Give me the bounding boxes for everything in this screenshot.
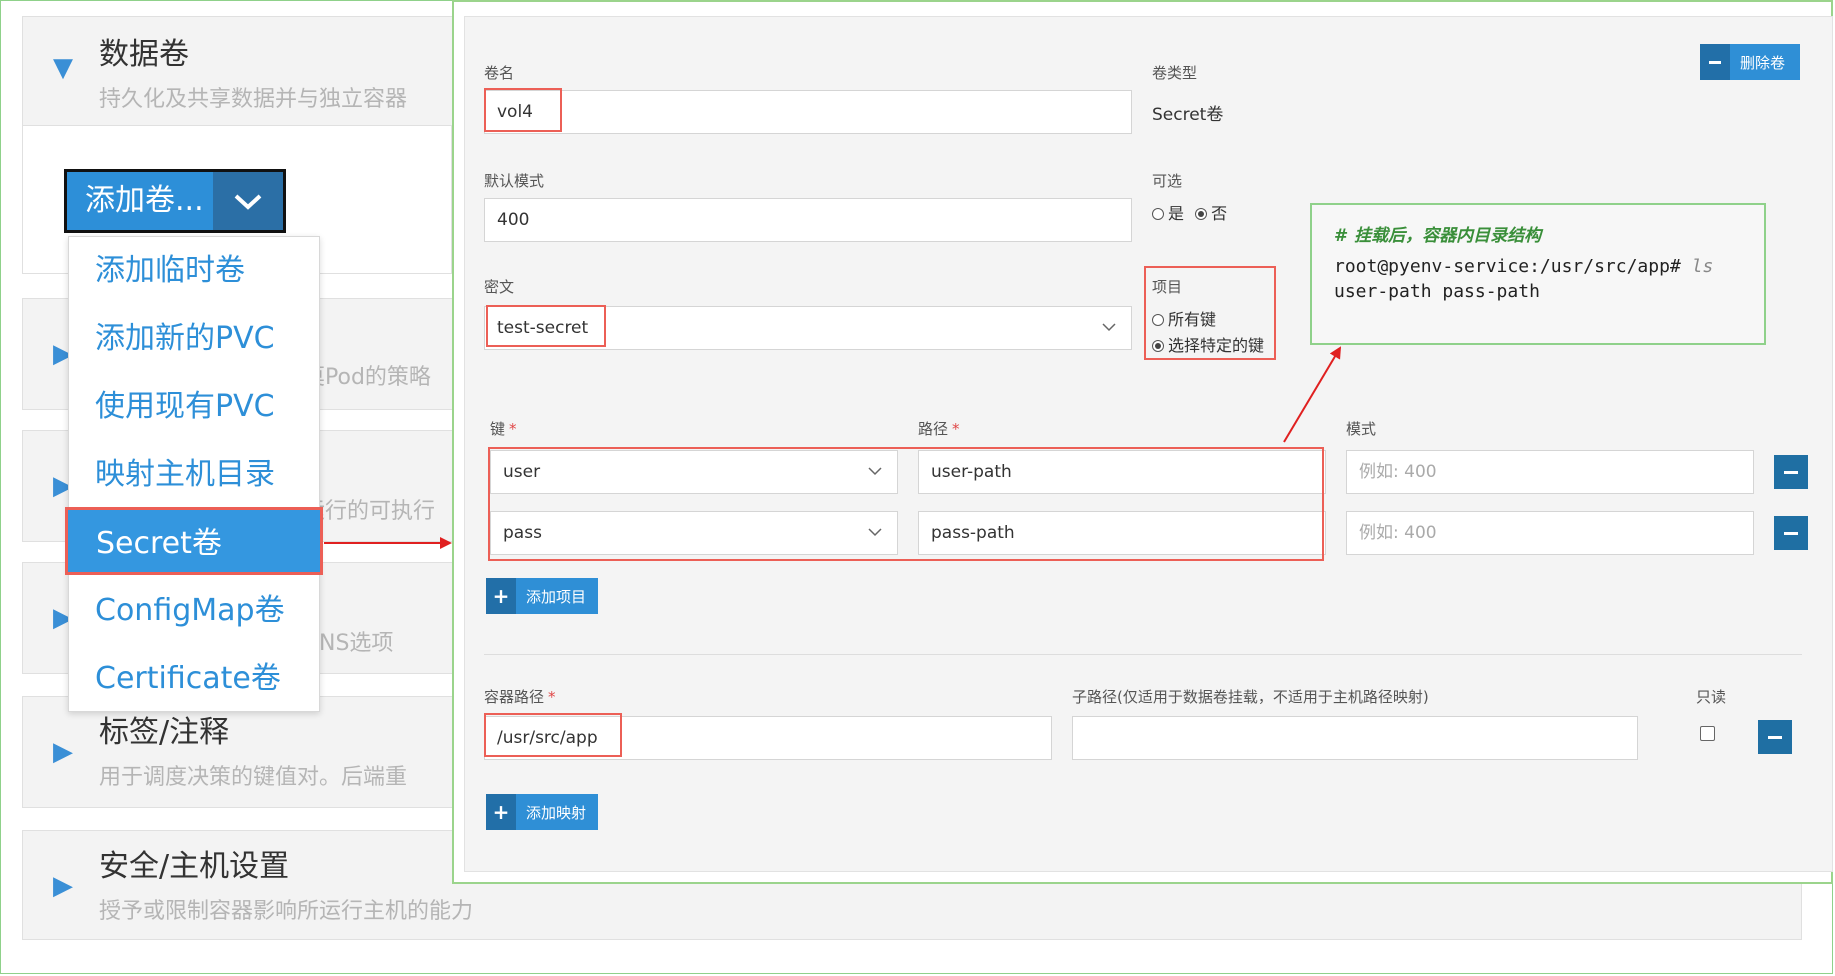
annotation-arrow — [1283, 346, 1342, 443]
annotation-overlay — [324, 346, 1342, 549]
